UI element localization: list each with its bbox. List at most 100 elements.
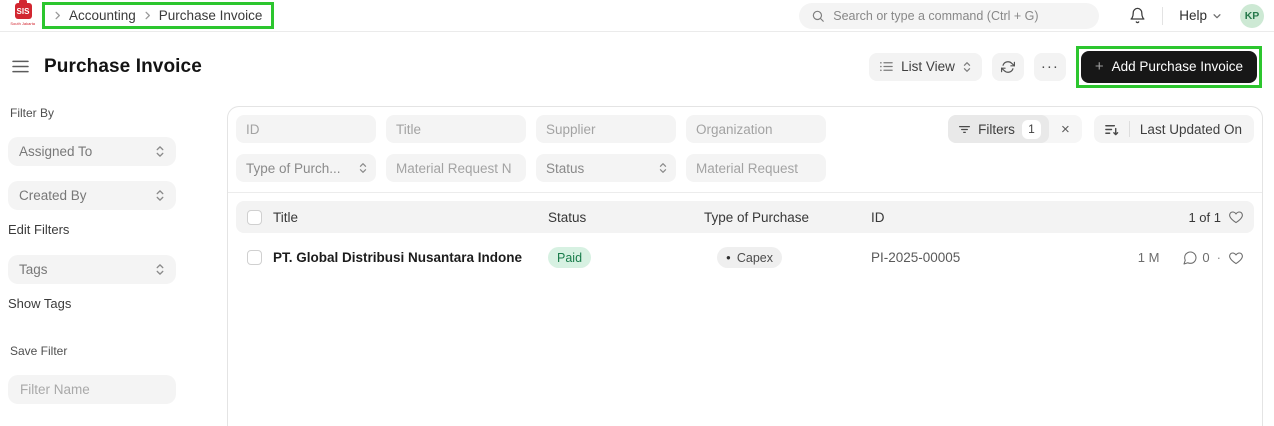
show-tags-link[interactable]: Show Tags xyxy=(8,296,71,311)
assigned-to-select[interactable]: Assigned To xyxy=(8,137,176,166)
close-icon: × xyxy=(1061,121,1070,138)
logo-caption: South Jakarta xyxy=(11,21,36,26)
app-logo[interactable]: SIS South Jakarta xyxy=(10,3,36,28)
filter-sidebar: Filter By Assigned To Created By Edit Fi… xyxy=(0,91,227,410)
column-header-status[interactable]: Status xyxy=(548,210,704,225)
sidebar-toggle-icon[interactable] xyxy=(10,57,31,76)
chevron-updown-icon xyxy=(155,263,165,276)
ellipsis-icon: ··· xyxy=(1041,59,1059,74)
sort-icon xyxy=(1104,122,1119,137)
material-request-item-filter-input[interactable] xyxy=(386,154,526,182)
column-header-type[interactable]: Type of Purchase xyxy=(704,210,871,225)
view-selector-label: List View xyxy=(901,59,955,74)
row-meta: 1 M 0 · xyxy=(1138,250,1244,266)
comment-count: 0 xyxy=(1202,250,1209,265)
notifications-bell-icon[interactable] xyxy=(1129,7,1146,24)
sort-button-divider xyxy=(1129,121,1130,137)
content-area: Filter By Assigned To Created By Edit Fi… xyxy=(0,91,1274,426)
add-purchase-invoice-button[interactable]: + Add Purchase Invoice xyxy=(1081,51,1257,83)
filters-label: Filters xyxy=(978,122,1015,137)
add-button-label: Add Purchase Invoice xyxy=(1112,59,1243,74)
list-panel: Filters 1 × Last Updated On xyxy=(227,106,1263,426)
status-filter-select[interactable]: Status xyxy=(536,154,676,182)
filter-name-input[interactable] xyxy=(8,375,176,404)
list-area: Title Status Type of Purchase ID 1 of 1 … xyxy=(228,193,1262,286)
filter-row-2: Type of Purch... Status xyxy=(236,154,1254,182)
add-button-highlight: + Add Purchase Invoice xyxy=(1076,46,1262,88)
status-filter-label: Status xyxy=(546,161,584,176)
navbar-right: Help KP xyxy=(799,3,1264,29)
chevron-right-icon xyxy=(142,10,153,21)
chevron-down-icon xyxy=(1212,11,1222,21)
filter-by-label: Filter By xyxy=(10,106,54,120)
material-request-filter-input[interactable] xyxy=(686,154,826,182)
view-selector-dropdown[interactable]: List View xyxy=(869,53,982,81)
row-checkbox[interactable] xyxy=(247,250,262,265)
pagination-count: 1 of 1 xyxy=(1188,210,1221,225)
middot-separator: · xyxy=(1217,250,1221,265)
created-by-select[interactable]: Created By xyxy=(8,181,176,210)
breadcrumb: Accounting Purchase Invoice xyxy=(42,2,274,29)
search-icon xyxy=(811,9,825,23)
last-modified: 1 M xyxy=(1138,250,1160,265)
comments-button[interactable]: 0 xyxy=(1182,250,1209,266)
filter-row-1: Filters 1 × Last Updated On xyxy=(236,115,1254,143)
chevron-updown-icon xyxy=(358,162,368,174)
help-menu[interactable]: Help xyxy=(1179,8,1222,23)
header-actions: List View ··· + Add Purchase Invoice xyxy=(869,46,1262,88)
list-view-icon xyxy=(879,59,894,74)
comment-bubble-icon xyxy=(1182,250,1198,266)
type-of-purchase-filter-select[interactable]: Type of Purch... xyxy=(236,154,376,182)
row-title[interactable]: PT. Global Distribusi Nusantara Indone xyxy=(273,250,548,265)
sort-button[interactable]: Last Updated On xyxy=(1094,115,1254,143)
type-of-purchase-value: Capex xyxy=(737,251,773,265)
supplier-filter-input[interactable] xyxy=(536,115,676,143)
organization-filter-input[interactable] xyxy=(686,115,826,143)
navbar-divider xyxy=(1162,7,1163,25)
select-all-checkbox[interactable] xyxy=(247,210,262,225)
row-id: PI-2025-00005 xyxy=(871,250,1138,265)
dot-icon: ● xyxy=(726,254,731,262)
refresh-button[interactable] xyxy=(992,53,1024,81)
edit-filters-link[interactable]: Edit Filters xyxy=(8,222,69,237)
table-row[interactable]: PT. Global Distribusi Nusantara Indone P… xyxy=(236,237,1254,278)
top-navbar: SIS South Jakarta Accounting Purchase In… xyxy=(0,0,1274,32)
chevron-right-icon xyxy=(52,10,63,21)
quick-filter-area: Filters 1 × Last Updated On xyxy=(228,107,1262,192)
id-filter-input[interactable] xyxy=(236,115,376,143)
breadcrumb-purchase-invoice[interactable]: Purchase Invoice xyxy=(159,8,263,23)
tags-label: Tags xyxy=(19,262,48,277)
global-search-field[interactable] xyxy=(833,9,1087,23)
created-by-label: Created By xyxy=(19,188,87,203)
page-title: Purchase Invoice xyxy=(44,56,202,78)
breadcrumb-accounting[interactable]: Accounting xyxy=(69,8,136,23)
filters-button[interactable]: Filters 1 xyxy=(948,115,1049,143)
logo-shield-icon: SIS xyxy=(15,3,32,19)
filters-count-badge: 1 xyxy=(1022,120,1041,139)
title-filter-input[interactable] xyxy=(386,115,526,143)
column-header-id[interactable]: ID xyxy=(871,210,1188,225)
assigned-to-label: Assigned To xyxy=(19,144,92,159)
user-avatar[interactable]: KP xyxy=(1240,4,1264,28)
heart-icon xyxy=(1228,250,1244,266)
header-meta: 1 of 1 xyxy=(1188,209,1244,225)
column-header-title[interactable]: Title xyxy=(273,210,548,225)
help-label: Help xyxy=(1179,8,1207,23)
table-header-row: Title Status Type of Purchase ID 1 of 1 xyxy=(236,201,1254,233)
chevron-updown-icon xyxy=(962,61,972,73)
tags-select[interactable]: Tags xyxy=(8,255,176,284)
heart-icon[interactable] xyxy=(1228,209,1244,225)
plus-icon: + xyxy=(1095,58,1104,75)
chevron-updown-icon xyxy=(155,189,165,202)
type-of-purchase-badge: ● Capex xyxy=(717,247,782,268)
like-button[interactable] xyxy=(1228,250,1244,266)
filters-button-group: Filters 1 × xyxy=(948,115,1082,143)
clear-filters-button[interactable]: × xyxy=(1049,121,1082,138)
chevron-updown-icon xyxy=(658,162,668,174)
chevron-updown-icon xyxy=(155,145,165,158)
status-badge: Paid xyxy=(548,247,591,268)
filter-funnel-icon xyxy=(958,123,971,136)
type-of-purchase-filter-label: Type of Purch... xyxy=(246,161,341,176)
more-options-button[interactable]: ··· xyxy=(1034,53,1066,81)
global-search-input[interactable] xyxy=(799,3,1099,29)
